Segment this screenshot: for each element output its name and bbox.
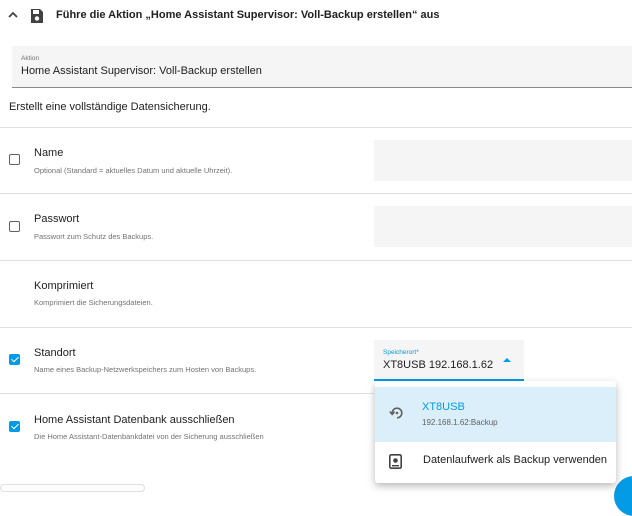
action-header[interactable]: Führe die Aktion „Home Assistant Supervi… (0, 0, 632, 34)
content-save-icon (31, 9, 43, 23)
action-title: Führe die Aktion „Home Assistant Supervi… (56, 9, 440, 21)
storage-location-select[interactable]: Speicherort* XT8USB 192.168.1.62 (374, 340, 524, 381)
caret-up-icon (503, 358, 511, 362)
divider (0, 127, 632, 128)
divider (0, 193, 632, 194)
bottom-button[interactable] (0, 484, 145, 492)
password-checkbox[interactable] (9, 221, 20, 232)
exclude-db-description: Die Home Assistant-Datenbankdatei von de… (34, 432, 264, 441)
network-backup-icon (389, 407, 403, 419)
name-title: Name (34, 147, 64, 159)
dropdown-item-data-disk[interactable]: Datenlaufwerk als Backup verwenden (375, 442, 616, 480)
dropdown-item-xt8usb[interactable]: XT8USB 192.168.1.62:Backup (375, 387, 616, 442)
dropdown-item-title: XT8USB (422, 401, 465, 413)
action-field[interactable]: Aktion Home Assistant Supervisor: Voll-B… (12, 46, 632, 88)
compressed-description: Komprimiert die Sicherungsdateien. (34, 298, 153, 307)
exclude-db-checkbox[interactable] (9, 421, 20, 432)
run-action-fab[interactable] (614, 476, 632, 516)
chevron-up-icon[interactable] (6, 8, 20, 22)
name-checkbox[interactable] (9, 154, 20, 165)
compressed-title: Komprimiert (34, 280, 94, 292)
name-input[interactable] (374, 140, 632, 181)
location-dropdown-menu: XT8USB 192.168.1.62:Backup Datenlaufwerk… (375, 381, 616, 483)
dropdown-item-title: Datenlaufwerk als Backup verwenden (423, 454, 608, 466)
exclude-db-title: Home Assistant Datenbank ausschließen (34, 414, 235, 426)
harddisk-icon (389, 454, 402, 469)
divider (0, 260, 632, 261)
select-value: XT8USB 192.168.1.62 (383, 359, 494, 371)
divider (0, 327, 632, 328)
select-label: Speicherort* (383, 349, 419, 356)
name-description: Optional (Standard = aktuelles Datum und… (34, 166, 233, 175)
dropdown-item-subtitle: 192.168.1.62:Backup (422, 418, 498, 427)
password-input[interactable] (374, 206, 632, 247)
divider (0, 393, 374, 394)
password-description: Passwort zum Schutz des Backups. (34, 232, 154, 241)
action-description: Erstellt eine vollständige Datensicherun… (9, 101, 211, 113)
location-checkbox[interactable] (9, 354, 20, 365)
location-title: Standort (34, 347, 76, 359)
password-title: Passwort (34, 213, 80, 225)
location-description: Name eines Backup-Netzwerkspeichers zum … (34, 365, 257, 374)
action-field-value: Home Assistant Supervisor: Voll-Backup e… (21, 65, 262, 77)
action-field-label: Aktion (21, 55, 40, 62)
